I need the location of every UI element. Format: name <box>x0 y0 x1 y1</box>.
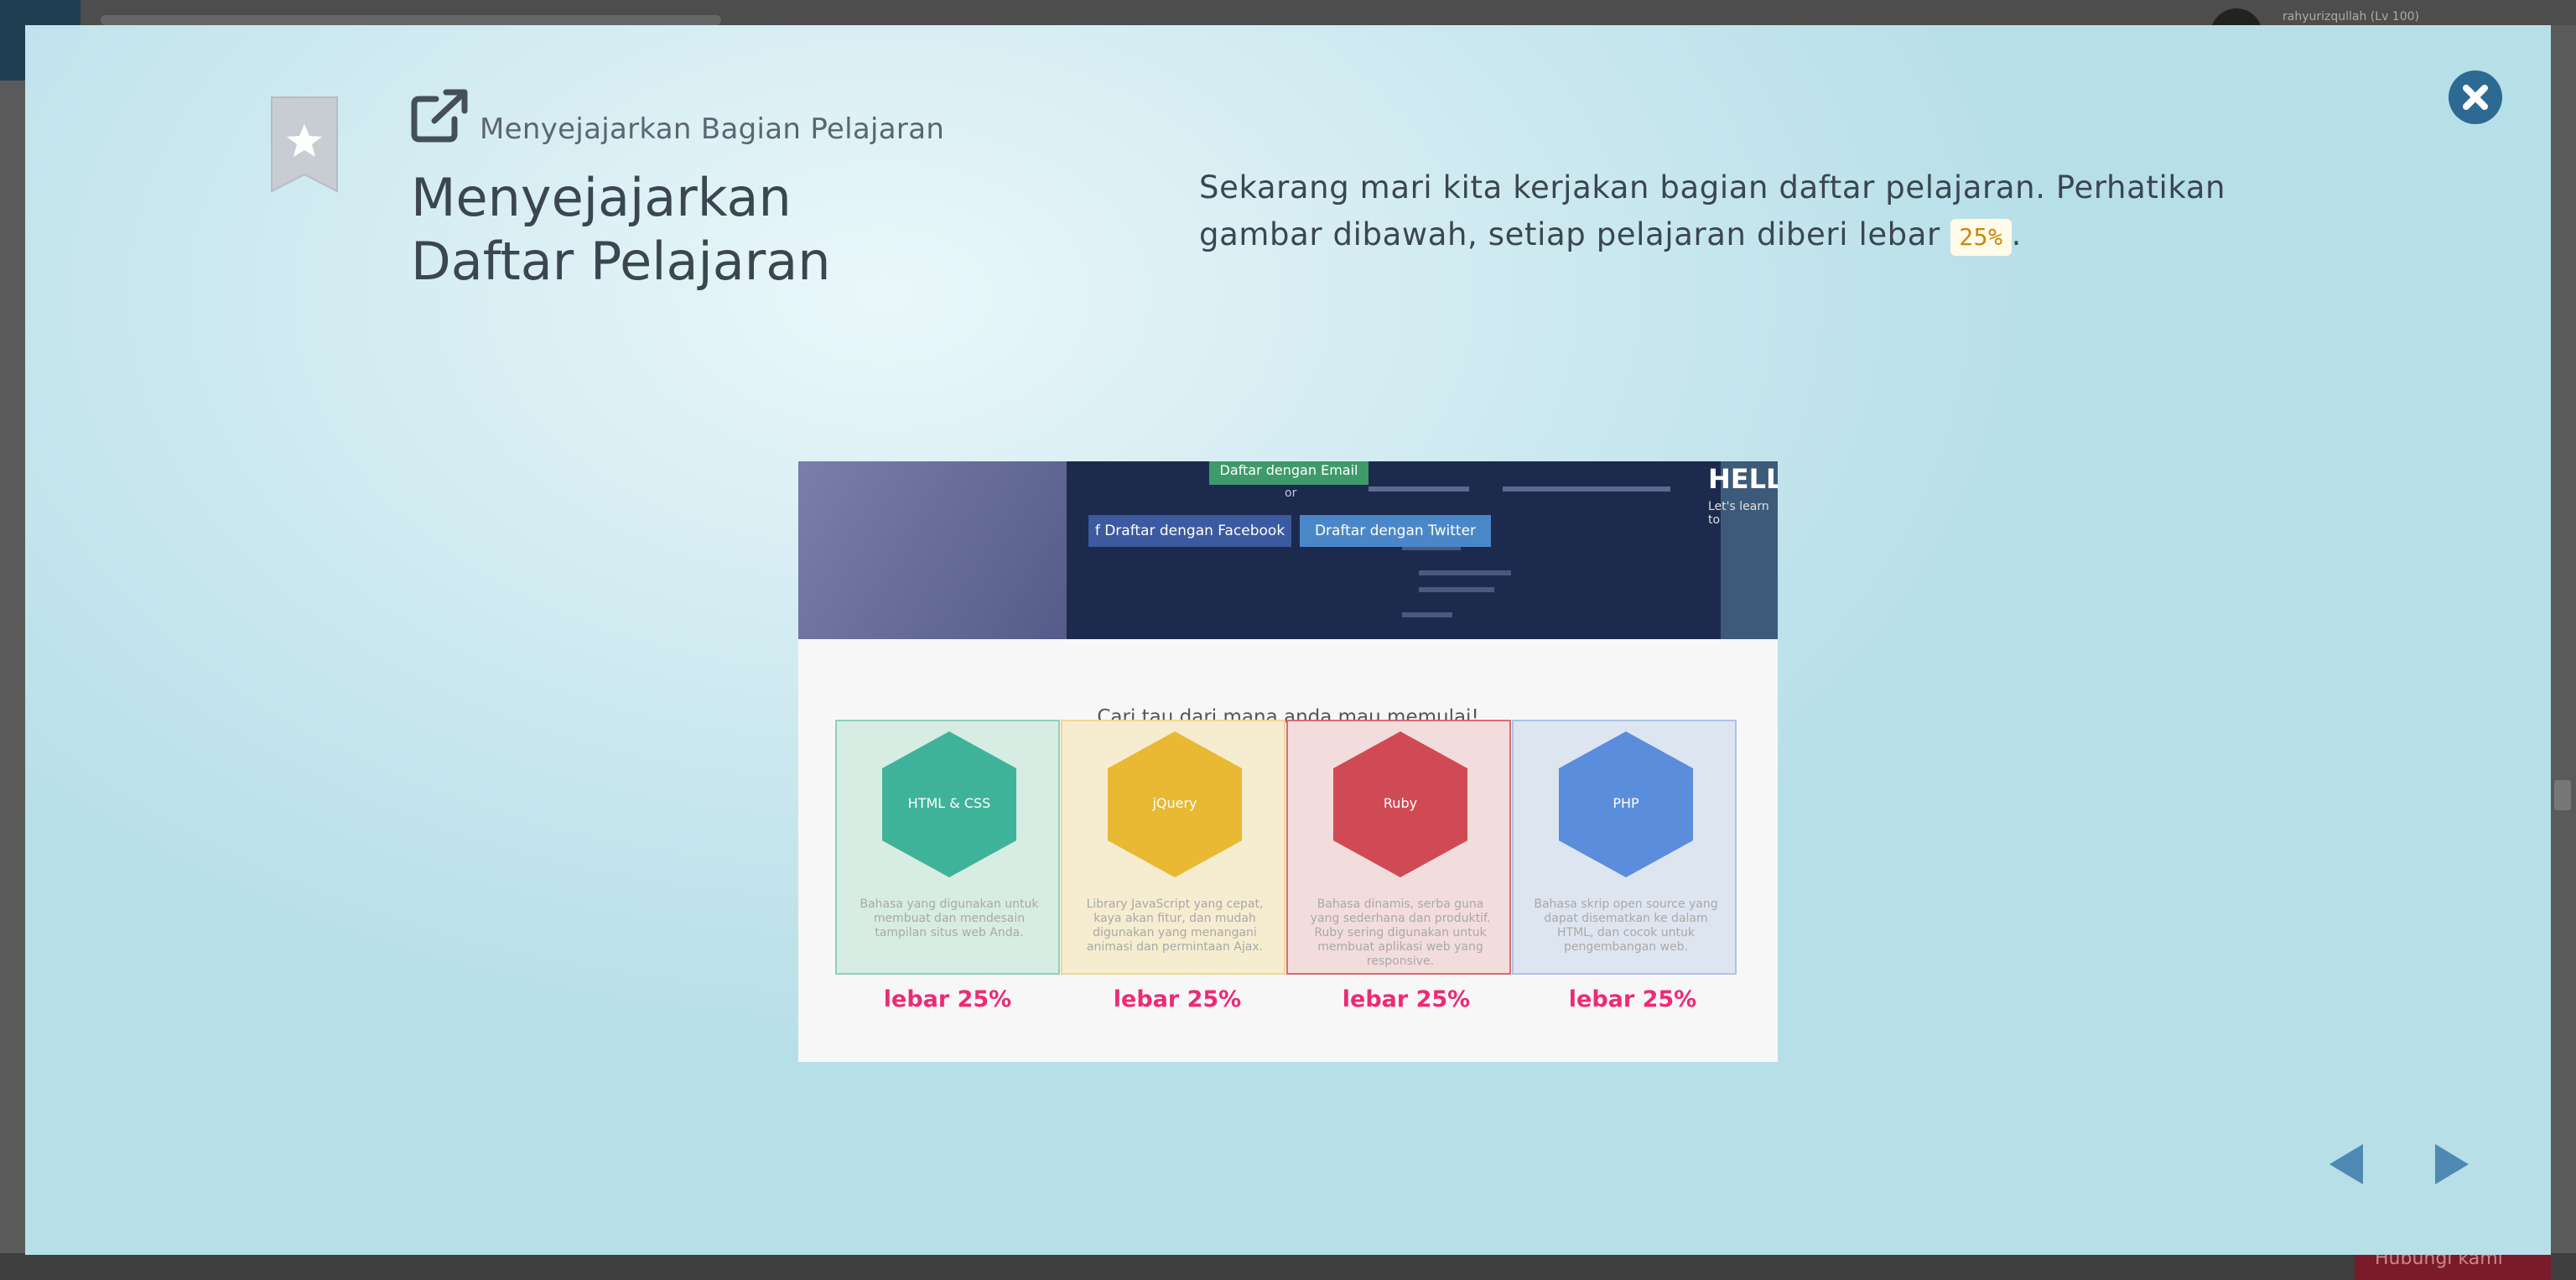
bookmark-star-icon[interactable] <box>268 96 340 195</box>
course-description: Library JavaScript yang cepat, kaya akan… <box>1086 898 1264 954</box>
description-end: . <box>2011 216 2022 252</box>
hero-photo <box>798 461 1075 639</box>
facebook-signup-button: f Draftar dengan Facebook <box>1088 515 1291 547</box>
background-bottom-bar <box>0 1253 2576 1280</box>
twitter-signup-button: Draftar dengan Twitter <box>1300 515 1491 547</box>
or-text: or <box>1285 487 1297 500</box>
course-name: jQuery <box>1152 795 1197 811</box>
lesson-description: Sekarang mari kita kerjakan bagian dafta… <box>1199 164 2323 258</box>
course-description: Bahasa dinamis, serba guna yang sederhan… <box>1310 898 1491 968</box>
close-button[interactable] <box>2449 70 2502 124</box>
lesson-title: Menyejajarkan Daftar Pelajaran <box>411 166 880 294</box>
background-username: rahyurizqullah (Lv 100) <box>2283 10 2419 23</box>
background-search-bar <box>101 15 721 25</box>
external-link-icon <box>411 89 470 143</box>
course-name: Ruby <box>1383 795 1418 811</box>
illustration-hero: Daftar dengan Email or f Draftar dengan … <box>798 461 1778 639</box>
course-name: HTML & CSS <box>907 795 991 811</box>
course-card: jQuery Library JavaScript yang cepat, ka… <box>1061 720 1285 975</box>
course-card: Ruby Bahasa dinamis, serba guna yang sed… <box>1286 720 1511 975</box>
arrow-left-icon <box>2329 1144 2363 1184</box>
course-name: PHP <box>1613 795 1639 811</box>
width-label: lebar 25% <box>1568 986 1697 1012</box>
next-button[interactable] <box>2425 1139 2475 1189</box>
width-label: lebar 25% <box>1342 986 1471 1012</box>
course-card: HTML & CSS Bahasa yang digunakan untuk m… <box>835 720 1060 975</box>
lesson-breadcrumb: Menyejajarkan Bagian Pelajaran <box>480 112 945 146</box>
width-label: lebar 25% <box>1113 986 1242 1012</box>
hello-text: HELL <box>1708 463 1778 495</box>
hello-subtext: Let's learn to <box>1708 500 1769 527</box>
lesson-title-line2: Daftar Pelajaran <box>411 231 831 292</box>
close-icon <box>2463 85 2488 110</box>
course-card: PHP Bahasa skrip open source yang dapat … <box>1512 720 1737 975</box>
previous-button[interactable] <box>2323 1139 2373 1189</box>
code-lines <box>1368 487 1670 617</box>
description-text: Sekarang mari kita kerjakan bagian dafta… <box>1199 169 2226 252</box>
lesson-modal: Menyejajarkan Bagian Pelajaran Menyejaja… <box>25 25 2551 1255</box>
email-signup-button: Daftar dengan Email <box>1209 461 1368 485</box>
width-label: lebar 25% <box>883 986 1012 1012</box>
arrow-right-icon <box>2435 1144 2469 1184</box>
background-scrollbar <box>2554 780 2571 810</box>
course-description: Bahasa skrip open source yang dapat dise… <box>1534 898 1718 954</box>
inline-code: 25% <box>1950 219 2012 256</box>
lesson-title-line1: Menyejajarkan <box>411 167 792 228</box>
course-description: Bahasa yang digunakan untuk membuat dan … <box>860 898 1039 939</box>
lesson-illustration: Daftar dengan Email or f Draftar dengan … <box>798 461 1778 1062</box>
